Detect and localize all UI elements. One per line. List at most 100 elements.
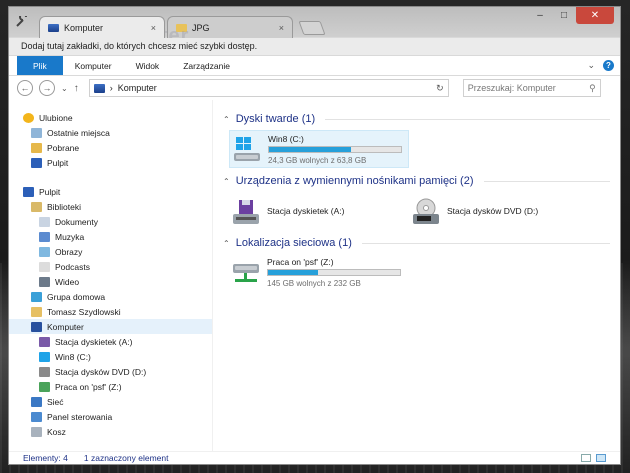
nav-item-ulubione[interactable]: Ulubione bbox=[9, 110, 212, 125]
forward-button[interactable]: → bbox=[39, 80, 55, 96]
nav-item-muzyka[interactable]: Muzyka bbox=[9, 229, 212, 244]
nav-item-pobrane[interactable]: Pobrane bbox=[9, 140, 212, 155]
nav-item-label: Podcasts bbox=[55, 261, 90, 272]
tab-jpg[interactable]: JPG × bbox=[167, 16, 293, 38]
nav-item-wideo[interactable]: Wideo bbox=[9, 274, 212, 289]
collapse-icon[interactable]: ⌃ bbox=[223, 177, 230, 186]
network-drive-icon bbox=[39, 381, 50, 392]
tiles-view-icon[interactable] bbox=[596, 454, 606, 462]
drive-free-space: 24,3 GB wolnych z 63,8 GB bbox=[268, 156, 367, 165]
nav-item-label: Wideo bbox=[55, 276, 80, 287]
ribbon-tabs: Plik Komputer Widok Zarządzanie ⌄ ? bbox=[9, 56, 620, 76]
status-selection: 1 zaznaczony element bbox=[83, 453, 169, 463]
desktop-icon bbox=[23, 186, 34, 197]
refresh-icon[interactable]: ↻ bbox=[436, 83, 444, 94]
group-divider bbox=[361, 242, 610, 244]
up-button[interactable]: ↑ bbox=[74, 83, 79, 94]
group-divider bbox=[325, 118, 610, 120]
nav-item-stacja-dysków-dvd-d[interactable]: Stacja dysków DVD (D:) bbox=[9, 364, 212, 379]
nav-item-label: Stacja dysków DVD (D:) bbox=[55, 366, 147, 377]
nav-item-label: Ostatnie miejsca bbox=[47, 127, 110, 138]
minimize-button[interactable]: – bbox=[528, 7, 552, 24]
back-button[interactable]: ← bbox=[17, 80, 33, 96]
tab-strip: Komputer × JPG × Komputer – □ ✕ bbox=[9, 7, 620, 47]
wrench-icon[interactable] bbox=[15, 16, 29, 28]
music-icon bbox=[39, 231, 50, 242]
group-removable[interactable]: ⌃ Urządzenia z wymiennymi nośnikami pami… bbox=[223, 174, 610, 188]
nav-item-grupa-domowa[interactable]: Grupa domowa bbox=[9, 289, 212, 304]
group-title: Urządzenia z wymiennymi nośnikami pamięc… bbox=[235, 175, 474, 187]
drive-c[interactable]: Win8 (C:) 24,3 GB wolnych z 63,8 GB bbox=[229, 130, 409, 168]
recent-locations-icon[interactable]: ⌄ bbox=[61, 84, 68, 93]
tab-komputer[interactable]: Komputer × bbox=[39, 16, 165, 38]
ribbon-tab-manage[interactable]: Zarządzanie bbox=[171, 56, 242, 75]
ribbon-tab-computer[interactable]: Komputer bbox=[63, 56, 124, 75]
drive-d[interactable]: Stacja dysków DVD (D:) bbox=[409, 194, 589, 228]
nav-item-dokumenty[interactable]: Dokumenty bbox=[9, 214, 212, 229]
user-folder-icon bbox=[31, 306, 42, 317]
nav-item-ostatnie-miejsca[interactable]: Ostatnie miejsca bbox=[9, 125, 212, 140]
group-hard-disks[interactable]: ⌃ Dyski twarde (1) bbox=[223, 112, 610, 126]
search-input[interactable]: Przeszukaj: Komputer ⚲ bbox=[462, 79, 601, 97]
drive-name: Praca on 'psf' (Z:) bbox=[267, 257, 334, 267]
address-bar[interactable]: › Komputer ↻ bbox=[88, 79, 449, 97]
nav-item-label: Praca on 'psf' (Z:) bbox=[55, 381, 122, 392]
nav-item-label: Stacja dyskietek (A:) bbox=[55, 336, 133, 347]
nav-item-obrazy[interactable]: Obrazy bbox=[9, 244, 212, 259]
search-placeholder: Przeszukaj: Komputer bbox=[467, 83, 556, 93]
nav-item-kosz[interactable]: Kosz bbox=[9, 424, 212, 439]
tab-close-icon[interactable]: × bbox=[151, 23, 156, 33]
collapse-icon[interactable]: ⌃ bbox=[223, 239, 230, 248]
removable-drives: Stacja dyskietek (A:) Stacja dysków DVD … bbox=[229, 194, 610, 228]
nav-item-label: Pobrane bbox=[47, 142, 80, 153]
floppy-drive-icon bbox=[39, 336, 50, 347]
nav-item-label: Tomasz Szydlowski bbox=[47, 306, 121, 317]
nav-item-stacja-dyskietek-a[interactable]: Stacja dyskietek (A:) bbox=[9, 334, 212, 349]
homegroup-icon bbox=[31, 291, 42, 302]
nav-item-label: Ulubione bbox=[39, 112, 73, 123]
drive-a[interactable]: Stacja dyskietek (A:) bbox=[229, 194, 409, 228]
computer-icon bbox=[93, 83, 105, 93]
capacity-bar bbox=[268, 146, 402, 153]
status-item-count: Elementy: 4 bbox=[23, 453, 68, 463]
hard-drive-icon bbox=[39, 351, 50, 362]
bookmarks-bar: Dodaj tutaj zakładki, do których chcesz … bbox=[9, 38, 620, 55]
nav-item-panel-sterowania[interactable]: Panel sterowania bbox=[9, 409, 212, 424]
nav-item-podcasts[interactable]: Podcasts bbox=[9, 259, 212, 274]
computer-icon bbox=[48, 23, 59, 32]
ribbon-tab-view[interactable]: Widok bbox=[124, 56, 172, 75]
nav-item-win8-c[interactable]: Win8 (C:) bbox=[9, 349, 212, 364]
network-icon bbox=[31, 396, 42, 407]
nav-item-sieć[interactable]: Sieć bbox=[9, 394, 212, 409]
star-icon bbox=[23, 112, 34, 123]
ribbon-tab-file[interactable]: Plik bbox=[17, 56, 63, 75]
chevron-down-icon[interactable]: ⌄ bbox=[587, 60, 595, 71]
search-icon[interactable]: ⚲ bbox=[589, 83, 596, 94]
explorer-content: Ulubione Ostatnie miejsca Pobrane Pulpit Pul… bbox=[9, 100, 620, 451]
nav-item-label: Grupa domowa bbox=[47, 291, 106, 302]
desktop-icon bbox=[31, 157, 42, 168]
pane-divider[interactable] bbox=[212, 100, 213, 451]
help-icon[interactable]: ? bbox=[603, 60, 614, 71]
nav-item-label: Panel sterowania bbox=[47, 411, 113, 422]
collapse-icon[interactable]: ⌃ bbox=[223, 115, 230, 124]
nav-item-pulpit[interactable]: Pulpit bbox=[9, 184, 212, 199]
new-tab-button[interactable] bbox=[298, 21, 326, 35]
tab-close-icon[interactable]: × bbox=[279, 23, 284, 33]
nav-item-komputer[interactable]: Komputer bbox=[9, 319, 212, 334]
details-view-icon[interactable] bbox=[581, 454, 591, 462]
network-drive-icon bbox=[233, 264, 259, 282]
group-network[interactable]: ⌃ Lokalizacja sieciowa (1) bbox=[223, 236, 610, 250]
video-icon bbox=[39, 276, 50, 287]
close-button[interactable]: ✕ bbox=[576, 7, 614, 24]
maximize-button[interactable]: □ bbox=[552, 7, 576, 24]
nav-item-tomasz-szydlowski[interactable]: Tomasz Szydlowski bbox=[9, 304, 212, 319]
drive-z[interactable]: Praca on 'psf' (Z:) 145 GB wolnych z 232… bbox=[229, 254, 409, 292]
nav-item-praca-on-psf-z[interactable]: Praca on 'psf' (Z:) bbox=[9, 379, 212, 394]
breadcrumb-komputer[interactable]: Komputer bbox=[118, 83, 157, 93]
recent-places-icon bbox=[31, 127, 42, 138]
group-divider bbox=[483, 180, 610, 182]
tab-label: Komputer bbox=[64, 22, 104, 33]
nav-item-biblioteki[interactable]: Biblioteki bbox=[9, 199, 212, 214]
nav-item-pulpit[interactable]: Pulpit bbox=[9, 155, 212, 170]
